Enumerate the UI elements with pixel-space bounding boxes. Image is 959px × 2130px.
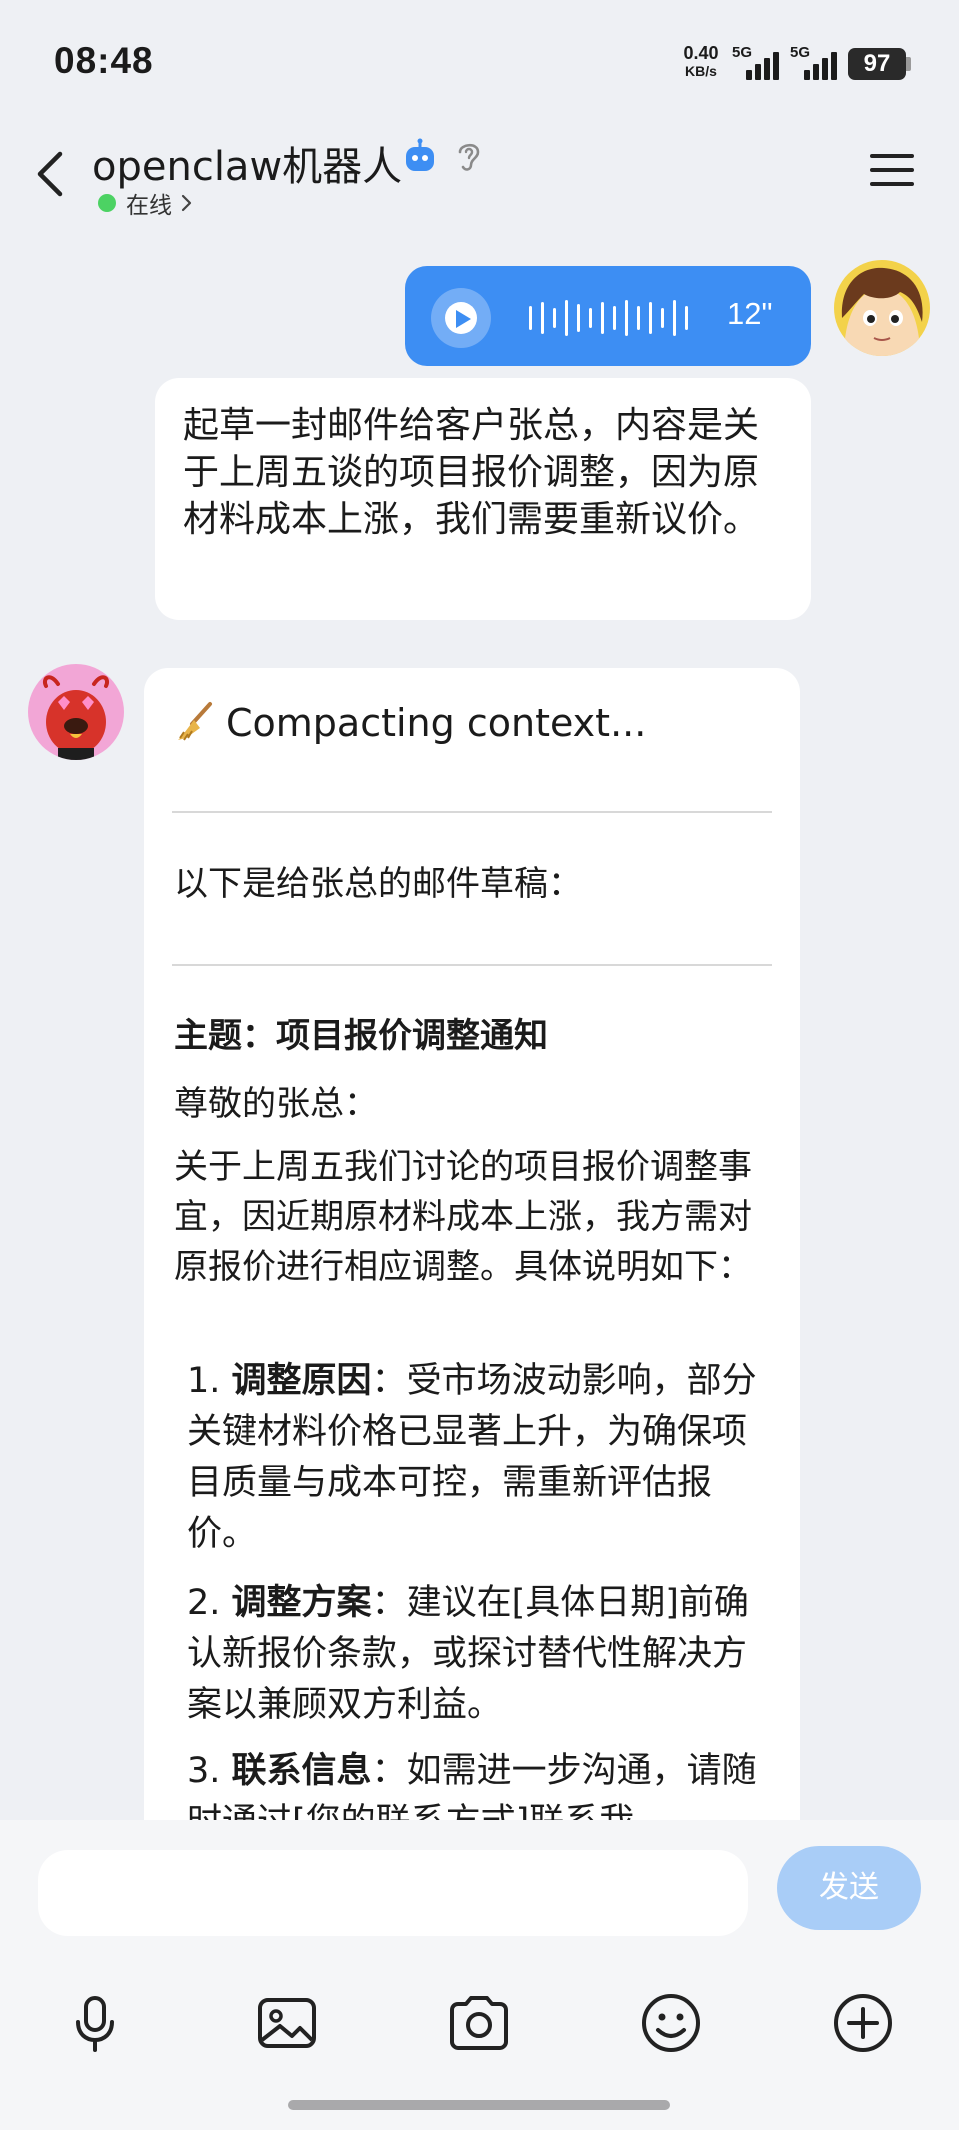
ear-icon[interactable] (454, 138, 484, 174)
voice-duration: 12" (727, 296, 773, 331)
chat-header: openclaw机器人 在线 (0, 120, 959, 232)
online-status-dot (98, 194, 116, 212)
chat-title[interactable]: openclaw机器人 (92, 134, 402, 192)
email-list-item: 2. 调整方案：建议在[具体日期]前确认新报价条款，或探讨替代性解决方案以兼顾双… (187, 1578, 777, 1731)
menu-icon-line (870, 154, 914, 158)
item-heading: 联系信息 (231, 1751, 372, 1791)
message-input[interactable] (38, 1850, 748, 1936)
sim2-label: 5G (790, 44, 811, 61)
menu-icon-line (870, 168, 914, 172)
robot-icon[interactable] (402, 138, 438, 174)
user-avatar[interactable] (834, 260, 930, 356)
microphone-icon[interactable] (62, 1990, 128, 2056)
status-time: 08:48 (54, 40, 154, 81)
send-button[interactable]: 发送 (777, 1846, 921, 1930)
compacting-status: Compacting context... (174, 700, 646, 745)
emoji-icon[interactable] (638, 1990, 704, 2056)
item-heading: 调整原因 (231, 1361, 372, 1401)
compacting-text: Compacting context... (226, 701, 647, 745)
item-number: 3. (187, 1751, 221, 1791)
divider (172, 964, 772, 966)
email-list-item: 1. 调整原因：受市场波动影响，部分关键材料价格已显著上升，为确保项目质量与成本… (187, 1356, 777, 1560)
status-bar: 08:48 0.40 KB/s 5G 5G 97 (0, 0, 959, 120)
item-number: 1. (187, 1361, 221, 1401)
back-button[interactable] (30, 144, 74, 204)
chevron-right-icon[interactable] (180, 191, 194, 215)
menu-icon-line (870, 182, 914, 186)
composer: 发送 (0, 1820, 959, 2130)
bot-avatar[interactable] (28, 664, 124, 760)
voice-message-bubble[interactable]: 12" (405, 266, 811, 366)
play-icon (456, 310, 471, 328)
sim1-label: 5G (732, 44, 753, 61)
bot-intro-text: 以下是给张总的邮件草稿： (174, 864, 582, 904)
network-speed-value: 0.40 (683, 43, 719, 63)
plus-icon[interactable] (830, 1990, 896, 2056)
menu-button[interactable] (868, 150, 916, 190)
battery-icon: 97 (848, 48, 906, 80)
email-greeting: 尊敬的张总： (174, 1084, 378, 1124)
item-heading: 调整方案 (231, 1583, 372, 1623)
camera-icon[interactable] (446, 1990, 512, 2056)
image-icon[interactable] (254, 1990, 320, 2056)
battery-tip (906, 57, 911, 71)
voice-waveform (529, 300, 688, 336)
sim1-signal-icon: 5G (732, 44, 786, 80)
back-arrow-icon (37, 151, 63, 197)
sim2-signal-icon: 5G (790, 44, 844, 80)
bot-message-bubble[interactable]: Compacting context... 以下是给张总的邮件草稿： 主题：项目… (144, 668, 800, 1828)
email-body: 关于上周五我们讨论的项目报价调整事宜，因近期原材料成本上涨，我方需对原报价进行相… (174, 1147, 752, 1287)
play-button[interactable] (431, 288, 491, 348)
email-subject: 主题：项目报价调整通知 (174, 1016, 548, 1056)
item-number: 2. (187, 1583, 221, 1623)
email-list-item: 3. 联系信息：如需进一步沟通，请随时通过[您的联系方式]联系我。 (187, 1746, 777, 1828)
voice-transcript-bubble[interactable]: 起草一封邮件给客户张总，内容是关于上周五谈的项目报价调整，因为原材料成本上涨，我… (155, 378, 811, 620)
network-speed: 0.40 KB/s (678, 44, 724, 80)
online-status-text[interactable]: 在线 (126, 186, 172, 220)
divider (172, 811, 772, 813)
network-speed-unit: KB/s (685, 63, 717, 79)
broom-icon (178, 702, 212, 741)
home-indicator[interactable] (288, 2100, 670, 2110)
